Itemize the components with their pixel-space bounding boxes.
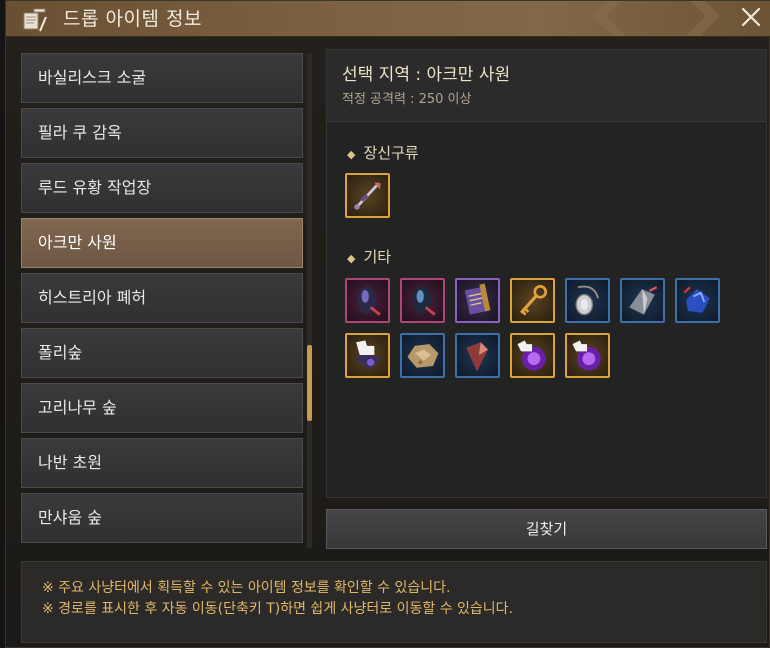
- region-item-label: 폴리숲: [38, 343, 83, 362]
- region-detail-panel: 선택 지역 : 아크만 사원 적정 공격력 : 250 이상 ◆ 장신구류 ◆ 기타: [326, 49, 767, 498]
- region-item[interactable]: 루드 유황 작업장: [21, 163, 303, 213]
- region-item-label: 아크만 사원: [38, 233, 117, 252]
- region-item[interactable]: 바실리스크 소굴: [21, 53, 303, 103]
- section-misc: ◆ 기타: [347, 246, 391, 267]
- necklace-accessory-icon: [354, 182, 381, 210]
- item-slot[interactable]: [345, 333, 390, 378]
- region-item-label: 나반 초원: [38, 453, 102, 472]
- purple-orb-box-icon: [517, 340, 546, 371]
- title-decoration: [592, 1, 720, 36]
- region-item-label: 루드 유황 작업장: [38, 178, 152, 197]
- region-item-label: 고리나무 숲: [38, 398, 117, 417]
- item-slot[interactable]: [565, 333, 610, 378]
- note-line: ※ 주요 사냥터에서 획득할 수 있는 아이템 정보를 확인할 수 있습니다.: [42, 580, 451, 596]
- note-line: ※ 경로를 표시한 후 자동 이동(단축키 T)하면 쉽게 사냥터로 이동할 수…: [42, 601, 514, 617]
- diamond-bullet-icon: ◆: [347, 148, 356, 161]
- region-item[interactable]: 나반 초원: [21, 438, 303, 488]
- spike-shard-icon: [629, 286, 658, 315]
- window-title: 드롭 아이템 정보: [63, 8, 202, 30]
- region-item[interactable]: 만샤움 숲: [21, 493, 303, 543]
- scroll-map-icon: [464, 283, 491, 315]
- hunting-ground-list: 바실리스크 소굴 필라 쿠 감옥 루드 유황 작업장 아크만 사원 히스트리아 …: [21, 53, 303, 548]
- item-slot[interactable]: [510, 278, 555, 323]
- selected-region-title: 선택 지역 : 아크만 사원: [342, 65, 511, 85]
- item-slot[interactable]: [675, 278, 720, 323]
- purple-crystal-icon: [357, 286, 381, 316]
- blue-ore-icon: [683, 286, 710, 313]
- region-item[interactable]: 히스트리아 폐허: [21, 273, 303, 323]
- region-item[interactable]: 폴리숲: [21, 328, 303, 378]
- recommended-power: 적정 공격력 : 250 이상: [342, 92, 472, 107]
- detail-header: 선택 지역 : 아크만 사원 적정 공격력 : 250 이상: [327, 50, 766, 122]
- armor-box-icon: [354, 340, 382, 370]
- region-item[interactable]: 고리나무 숲: [21, 383, 303, 433]
- region-item[interactable]: 필라 쿠 감옥: [21, 108, 303, 158]
- item-slot[interactable]: [455, 333, 500, 378]
- item-slot[interactable]: [455, 278, 500, 323]
- section-accessories: ◆ 장신구류: [347, 142, 419, 163]
- close-icon[interactable]: [739, 5, 763, 29]
- item-slot[interactable]: [510, 333, 555, 378]
- purple-orb-box-icon: [572, 340, 601, 371]
- silver-pendant-icon: [575, 285, 599, 316]
- region-item-label: 만샤움 숲: [38, 508, 102, 527]
- item-slot[interactable]: [400, 278, 445, 323]
- region-list-scrollbar[interactable]: [307, 53, 312, 548]
- diamond-bullet-icon: ◆: [347, 252, 356, 265]
- find-route-button[interactable]: 길찾기: [326, 509, 767, 549]
- region-item-selected[interactable]: 아크만 사원: [21, 218, 303, 268]
- region-item-label: 필라 쿠 감옥: [38, 123, 122, 142]
- scrollbar-thumb[interactable]: [307, 345, 312, 421]
- item-slot[interactable]: [565, 278, 610, 323]
- section-label: 장신구류: [363, 144, 419, 162]
- title-bar[interactable]: 드롭 아이템 정보: [6, 1, 770, 37]
- drop-item-info-window: 드롭 아이템 정보 바실리스크 소굴 필라 쿠 감옥 루드 유황 작업장 아크만…: [5, 0, 770, 648]
- section-label: 기타: [363, 248, 392, 266]
- red-shard-icon: [466, 342, 488, 372]
- scroll-quill-icon: [20, 7, 48, 33]
- item-slot-necklace[interactable]: [345, 173, 390, 218]
- golden-key-icon: [519, 285, 548, 316]
- item-slot[interactable]: [620, 278, 665, 323]
- region-item-label: 히스트리아 폐허: [38, 288, 147, 307]
- item-slot[interactable]: [345, 278, 390, 323]
- rough-stone-icon: [407, 344, 439, 368]
- info-notes-box: ※ 주요 사냥터에서 획득할 수 있는 아이템 정보를 확인할 수 있습니다. …: [21, 561, 767, 643]
- blue-crystal-icon: [412, 286, 436, 316]
- item-slot[interactable]: [400, 333, 445, 378]
- region-item-label: 바실리스크 소굴: [38, 68, 147, 87]
